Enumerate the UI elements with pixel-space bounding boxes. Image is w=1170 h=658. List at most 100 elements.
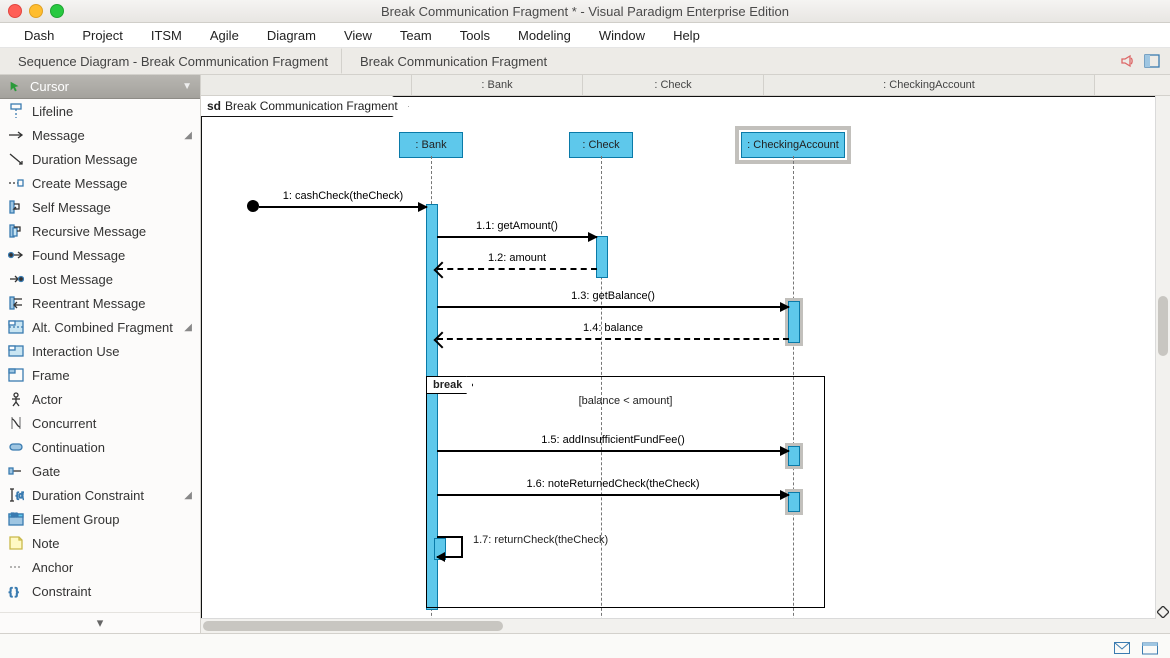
break-fragment-operator: break xyxy=(426,376,473,394)
svg-text:{d}: {d} xyxy=(16,491,24,500)
menu-window[interactable]: Window xyxy=(585,28,659,43)
palette-tool-label: Reentrant Message xyxy=(32,296,145,311)
palette-tool-duration-message[interactable]: Duration Message xyxy=(0,147,200,171)
palette-tool-create-message[interactable]: Create Message xyxy=(0,171,200,195)
palette-tool-label: Constraint xyxy=(32,584,91,599)
menu-itsm[interactable]: ITSM xyxy=(137,28,196,43)
message-1-7[interactable] xyxy=(437,536,463,558)
palette-tool-interaction-use[interactable]: Interaction Use xyxy=(0,339,200,363)
palette-tool-label: Lifeline xyxy=(32,104,73,119)
zoom-window-button[interactable] xyxy=(50,4,64,18)
palette-tool-note[interactable]: Note xyxy=(0,531,200,555)
menu-tools[interactable]: Tools xyxy=(446,28,504,43)
message-1-4-label: 1.4: balance xyxy=(437,322,789,334)
palette-tool-found-message[interactable]: Found Message xyxy=(0,243,200,267)
palette-tool-list: LifelineMessage◢Duration MessageCreate M… xyxy=(0,99,200,612)
actor-icon xyxy=(8,391,24,407)
megaphone-icon[interactable] xyxy=(1120,53,1136,69)
scrollbar-thumb[interactable] xyxy=(203,621,503,631)
frame-prefix: sd xyxy=(207,99,221,113)
palette-tool-label: Frame xyxy=(32,368,70,383)
palette-tool-duration-constraint[interactable]: {d} Duration Constraint ◢ xyxy=(0,483,200,507)
minimize-window-button[interactable] xyxy=(29,4,43,18)
palette-tool-continuation[interactable]: Continuation xyxy=(0,435,200,459)
scrollbar-thumb[interactable] xyxy=(1158,296,1168,356)
palette-tool-concurrent[interactable]: Concurrent xyxy=(0,411,200,435)
status-bar xyxy=(0,633,1170,658)
svg-text:EG: EG xyxy=(11,513,18,519)
activation-check-1[interactable] xyxy=(596,236,608,278)
title-bar: Break Communication Fragment * - Visual … xyxy=(0,0,1170,23)
diagram-frame-label[interactable]: sdBreak Communication Fragment xyxy=(201,96,409,117)
message-1-7-label: 1.7: returnCheck(theCheck) xyxy=(473,534,608,546)
palette-scroll-down[interactable]: ▾ xyxy=(0,612,200,633)
menu-dash[interactable]: Dash xyxy=(10,28,68,43)
break-fragment-guard: [balance < amount] xyxy=(427,395,824,407)
element-group-icon: EG xyxy=(8,511,24,527)
note-icon xyxy=(8,535,24,551)
menu-help[interactable]: Help xyxy=(659,28,714,43)
lifeline-account-head[interactable]: : CheckingAccount xyxy=(741,132,845,158)
canvas-horizontal-scrollbar[interactable] xyxy=(201,618,1156,633)
concurrent-icon xyxy=(8,415,24,431)
palette-tool-label: Continuation xyxy=(32,440,105,455)
lifeline-header-check[interactable]: : Check xyxy=(583,75,764,95)
lifeline-header-account[interactable]: : CheckingAccount xyxy=(764,75,1095,95)
message-icon xyxy=(8,127,24,143)
menu-agile[interactable]: Agile xyxy=(196,28,253,43)
close-window-button[interactable] xyxy=(8,4,22,18)
palette-tool-label: Recursive Message xyxy=(32,224,146,239)
palette-tool-label: Concurrent xyxy=(32,416,96,431)
palette-tool-recursive-message[interactable]: Recursive Message xyxy=(0,219,200,243)
message-1-3-label: 1.3: getBalance() xyxy=(437,290,789,302)
palette-tool-self-message[interactable]: Self Message xyxy=(0,195,200,219)
lifeline-header-empty[interactable] xyxy=(201,75,412,95)
palette-tool-constraint[interactable]: { } Constraint xyxy=(0,579,200,603)
diagram-canvas[interactable]: sdBreak Communication Fragment : Bank : … xyxy=(201,96,1170,633)
message-1-label: 1: cashCheck(theCheck) xyxy=(259,190,427,202)
breadcrumb-item-1[interactable]: Sequence Diagram - Break Communication F… xyxy=(0,48,342,74)
menu-modeling[interactable]: Modeling xyxy=(504,28,585,43)
duration-message-icon xyxy=(8,151,24,167)
break-fragment[interactable]: break [balance < amount] xyxy=(426,376,825,608)
gate-icon xyxy=(8,463,24,479)
layout-switch-icon[interactable] xyxy=(1144,53,1160,69)
palette-tool-lost-message[interactable]: Lost Message xyxy=(0,267,200,291)
palette-tool-actor[interactable]: Actor xyxy=(0,387,200,411)
resize-grip-icon[interactable] xyxy=(1157,606,1169,618)
palette: Cursor ▼ LifelineMessage◢Duration Messag… xyxy=(0,75,201,633)
lifeline-bank-head[interactable]: : Bank xyxy=(399,132,463,158)
palette-tool-label: Note xyxy=(32,536,59,551)
palette-tool-label: Lost Message xyxy=(32,272,113,287)
window-controls xyxy=(8,4,64,18)
constraint-icon: { } xyxy=(8,583,24,599)
palette-tool-frame[interactable]: Frame xyxy=(0,363,200,387)
palette-tool-message[interactable]: Message◢ xyxy=(0,123,200,147)
menu-team[interactable]: Team xyxy=(386,28,446,43)
menu-view[interactable]: View xyxy=(330,28,386,43)
breadcrumb-item-2[interactable]: Break Communication Fragment xyxy=(342,48,561,74)
palette-tool-element-group[interactable]: EGElement Group xyxy=(0,507,200,531)
info-panel-icon[interactable] xyxy=(1142,640,1158,656)
palette-tool-gate[interactable]: Gate xyxy=(0,459,200,483)
found-message-origin[interactable] xyxy=(247,200,259,212)
expand-indicator-icon: ◢ xyxy=(184,490,192,501)
lifeline-icon xyxy=(8,103,24,119)
palette-tool-label: Message xyxy=(32,128,85,143)
menu-diagram[interactable]: Diagram xyxy=(253,28,330,43)
message-1-6-label: 1.6: noteReturnedCheck(theCheck) xyxy=(437,478,789,490)
recursive-message-icon xyxy=(8,223,24,239)
lifeline-header-bank[interactable]: : Bank xyxy=(412,75,583,95)
palette-cursor-header[interactable]: Cursor ▼ xyxy=(0,75,200,99)
menu-project[interactable]: Project xyxy=(68,28,136,43)
palette-tool-label: Duration Constraint xyxy=(32,488,144,503)
interaction-use-icon xyxy=(8,343,24,359)
palette-tool-lifeline[interactable]: Lifeline xyxy=(0,99,200,123)
lifeline-check-head[interactable]: : Check xyxy=(569,132,633,158)
palette-tool-reentrant-message[interactable]: Reentrant Message xyxy=(0,291,200,315)
palette-tool-alt-combined-fragment[interactable]: Alt. Combined Fragment◢ xyxy=(0,315,200,339)
canvas-vertical-scrollbar[interactable] xyxy=(1155,96,1170,633)
palette-tool-label: Found Message xyxy=(32,248,125,263)
mail-icon[interactable] xyxy=(1114,640,1130,656)
palette-tool-anchor[interactable]: Anchor xyxy=(0,555,200,579)
